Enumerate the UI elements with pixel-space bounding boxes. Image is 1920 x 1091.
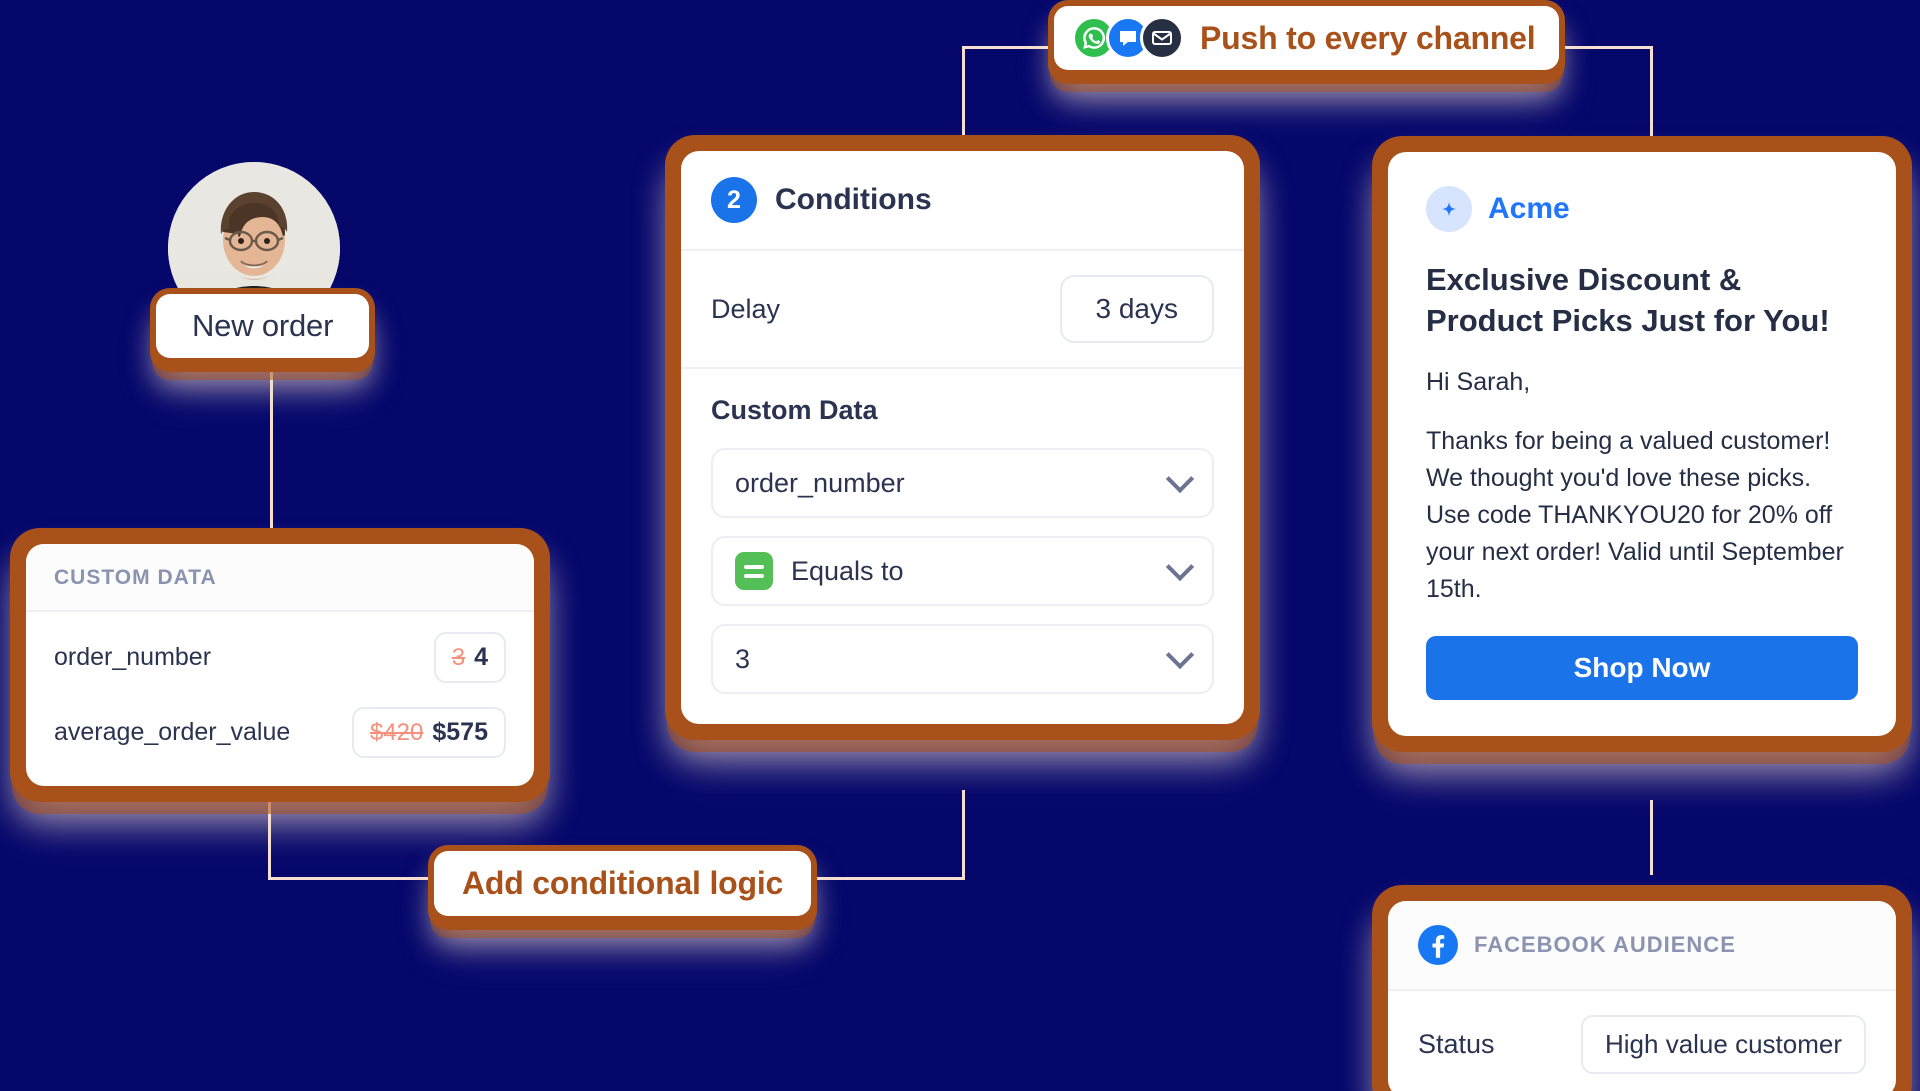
- push-channel-label: Push to every channel: [1200, 19, 1536, 56]
- custom-data-key: order_number: [54, 643, 212, 671]
- new-value: $575: [432, 718, 488, 746]
- conditions-header: 2 Conditions: [681, 151, 1244, 251]
- status-label: Status: [1418, 1029, 1495, 1059]
- custom-data-value: $420 $575: [351, 707, 506, 758]
- chevron-down-icon: [1165, 640, 1195, 670]
- conditions-title: Conditions: [775, 183, 932, 216]
- delay-row: Delay 3 days: [681, 251, 1244, 369]
- flow-canvas: Push to every channel New order CUSTOM D…: [0, 0, 1920, 1091]
- chevron-down-icon: [1165, 464, 1195, 494]
- custom-data-header: CUSTOM DATA: [26, 544, 534, 612]
- brand-name: Acme: [1488, 192, 1570, 225]
- connector-bar-right: [1557, 46, 1652, 49]
- custom-data-key: average_order_value: [54, 718, 291, 746]
- status-row: Status High value customer: [1388, 991, 1896, 1091]
- push-channel-pill[interactable]: Push to every channel: [1048, 0, 1566, 84]
- email-icon: [1140, 16, 1184, 60]
- facebook-audience-card: FACEBOOK AUDIENCE Status High value cust…: [1372, 885, 1912, 1091]
- email-greeting: Hi Sarah,: [1426, 367, 1531, 396]
- facebook-audience-title: FACEBOOK AUDIENCE: [1474, 932, 1736, 957]
- chevron-down-icon: [1165, 552, 1195, 582]
- operator-select-value: Equals to: [791, 555, 904, 586]
- equals-icon: [735, 552, 773, 590]
- connector-email-up: [1650, 46, 1653, 141]
- connector-email-to-facebook: [1650, 800, 1653, 875]
- old-value: $420: [369, 719, 424, 746]
- facebook-audience-header: FACEBOOK AUDIENCE: [1388, 901, 1896, 991]
- new-order-pill[interactable]: New order: [150, 288, 376, 372]
- step-badge: 2: [711, 177, 757, 223]
- add-conditional-logic-label: Add conditional logic: [462, 865, 784, 901]
- delay-label: Delay: [711, 293, 781, 324]
- conditions-card: 2 Conditions Delay 3 days Custom Data or…: [665, 135, 1260, 740]
- old-value: 3: [451, 644, 466, 671]
- value-select[interactable]: 3: [711, 624, 1214, 694]
- connector-conditions-down: [962, 790, 965, 880]
- add-conditional-logic-pill[interactable]: Add conditional logic: [428, 845, 818, 930]
- email-title: Exclusive Discount & Product Picks Just …: [1426, 262, 1830, 338]
- email-body-text: Thanks for being a valued customer! We t…: [1426, 426, 1844, 603]
- channel-icon-group: [1072, 16, 1184, 60]
- table-row: order_number 3 4: [26, 620, 534, 695]
- shop-now-button[interactable]: Shop Now: [1426, 635, 1858, 700]
- custom-data-label: Custom Data: [711, 395, 878, 425]
- custom-data-card: CUSTOM DATA order_number 3 4 average_ord…: [10, 528, 550, 802]
- brand-row: Acme: [1426, 186, 1858, 232]
- connector-customdata-right: [268, 877, 428, 880]
- table-row: average_order_value $420 $575: [26, 695, 534, 770]
- connector-conditions-up: [962, 48, 965, 140]
- operator-select[interactable]: Equals to: [711, 536, 1214, 606]
- delay-value[interactable]: 3 days: [1059, 275, 1214, 343]
- status-badge[interactable]: High value customer: [1581, 1015, 1866, 1074]
- new-order-label: New order: [192, 308, 334, 343]
- custom-data-value: 3 4: [433, 632, 506, 683]
- value-select-value: 3: [735, 643, 751, 674]
- field-select[interactable]: order_number: [711, 448, 1214, 518]
- facebook-icon: [1418, 925, 1458, 965]
- email-preview-card: Acme Exclusive Discount & Product Picks …: [1372, 136, 1912, 752]
- field-select-value: order_number: [735, 467, 905, 498]
- connector-trigger-to-customdata: [270, 345, 273, 530]
- new-value: 4: [474, 643, 488, 671]
- sparkle-icon: [1426, 186, 1472, 232]
